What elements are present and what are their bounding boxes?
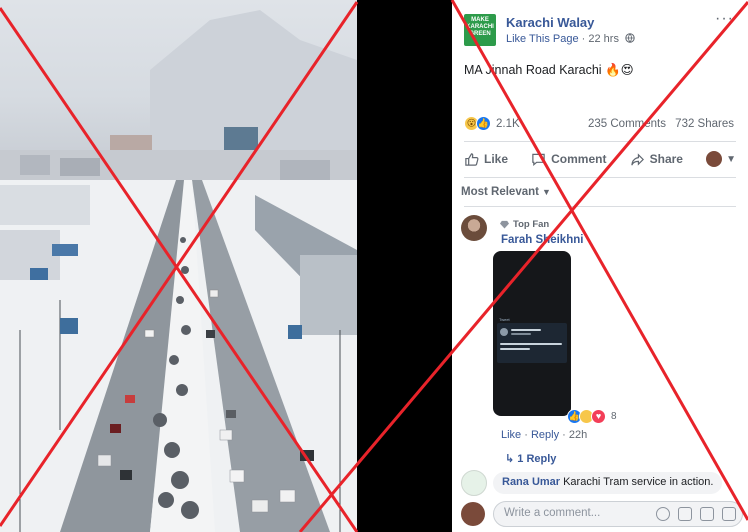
caret-down-icon: ▼ — [541, 187, 551, 197]
post-options-icon[interactable]: ··· — [715, 10, 734, 28]
divider — [464, 177, 736, 178]
comments-count[interactable]: 235 Comments — [588, 118, 666, 130]
reaction-count: 2.1K — [496, 117, 520, 130]
view-replies-link[interactable]: ↳ 1 Reply — [505, 452, 556, 465]
tweet-text-line — [511, 333, 531, 335]
engagement-counts: 235 Comments 732 Shares — [588, 118, 734, 130]
gif-icon[interactable] — [700, 507, 714, 521]
tweet-card — [497, 323, 567, 363]
post-as-selector[interactable]: ▼ — [706, 151, 736, 167]
composer-tools — [656, 507, 736, 521]
divider — [464, 206, 736, 207]
commenter-avatar[interactable] — [461, 215, 487, 241]
comment-bubble: Rana Umar Karachi Tram service in action. — [493, 472, 723, 494]
comment-icon — [532, 153, 545, 166]
like-page-link[interactable]: Like This Page — [506, 33, 579, 45]
globe-icon — [622, 33, 635, 45]
comment-reactions[interactable]: 👍 ♥ 8 — [567, 409, 617, 424]
like-label: Like — [484, 152, 509, 166]
camera-icon[interactable] — [678, 507, 692, 521]
sort-label: Most Relevant — [461, 186, 539, 198]
tweet-text-line — [500, 348, 530, 350]
divider — [464, 141, 736, 142]
tweet-text-line — [500, 343, 562, 345]
avatar — [461, 502, 485, 526]
comment-like-link[interactable]: Like — [501, 429, 521, 441]
tweet-text-line — [511, 329, 541, 331]
screenshot-root: MAKE KARACHI GREEN Karachi Walay Like Th… — [0, 0, 748, 532]
commenter-name[interactable]: Farah Sheikhni — [501, 234, 583, 246]
page-name-link[interactable]: Karachi Walay — [506, 15, 594, 30]
reaction-summary[interactable]: 😮 👍 2.1K — [464, 116, 520, 131]
like-button[interactable]: Like — [464, 152, 508, 167]
page-logo[interactable]: MAKE KARACHI GREEN — [464, 14, 496, 46]
post-action-bar: Like Comment Share ▼ — [464, 145, 736, 173]
top-fan-badge: Top Fan — [500, 219, 549, 230]
diamond-icon — [500, 220, 509, 229]
avatar — [706, 151, 723, 167]
badge-label: Top Fan — [513, 219, 550, 230]
separator-dot: · — [524, 429, 531, 441]
emoji-icon[interactable] — [656, 507, 670, 521]
like-reaction-icon: 👍 — [476, 116, 491, 131]
photo-letterbox-bar — [357, 0, 452, 532]
comment-text: Karachi Tram service in action. — [563, 476, 714, 488]
comment-button[interactable]: Comment — [531, 152, 606, 167]
post-meta: Like This Page · 22 hrs — [506, 33, 635, 45]
comment-composer[interactable] — [493, 501, 743, 527]
commenter-avatar[interactable] — [461, 470, 487, 496]
comment-time[interactable]: 22h — [569, 429, 587, 441]
comment-reply-link[interactable]: Reply — [531, 429, 559, 441]
comment-actions: Like · Reply · 22h — [501, 429, 587, 441]
sticker-icon[interactable] — [722, 507, 736, 521]
love-reaction-icon: ♥ — [591, 409, 606, 424]
comment-input[interactable] — [504, 507, 644, 519]
comment-attached-screenshot[interactable]: Tweet — [493, 251, 571, 416]
post-text: MA Jinnah Road Karachi 🔥😍 — [464, 63, 634, 77]
share-icon — [630, 152, 644, 166]
commenter-name[interactable]: Rana Umar — [502, 476, 560, 488]
avatar — [500, 328, 508, 336]
separator-dot: · — [562, 429, 569, 441]
chevron-down-icon: ▼ — [726, 153, 736, 165]
tweet-header: Tweet — [499, 317, 510, 322]
comment-label: Comment — [551, 152, 607, 166]
post-photo-snowy-road[interactable] — [0, 0, 357, 532]
thumbs-up-icon — [465, 152, 479, 166]
photo-illustration — [0, 10, 357, 532]
comment-sort-dropdown[interactable]: Most Relevant ▼ — [461, 186, 551, 198]
post-time[interactable]: 22 hrs — [588, 33, 619, 45]
comment-reaction-count: 8 — [611, 411, 617, 422]
share-button[interactable]: Share — [630, 152, 683, 167]
reply-arrow-icon: ↳ — [505, 453, 518, 465]
share-label: Share — [649, 152, 683, 166]
shares-count[interactable]: 732 Shares — [675, 118, 734, 130]
logo-text: MAKE KARACHI GREEN — [466, 17, 494, 37]
replies-label: 1 Reply — [517, 453, 557, 465]
facebook-post-panel: MAKE KARACHI GREEN Karachi Walay Like Th… — [452, 0, 748, 532]
